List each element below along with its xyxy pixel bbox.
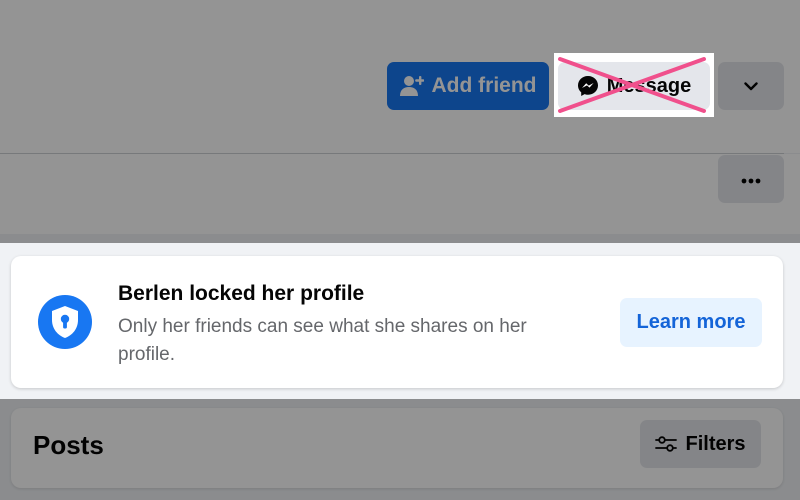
person-add-icon (399, 75, 424, 97)
learn-more-button[interactable]: Learn more (620, 298, 762, 347)
message-button[interactable]: Message (558, 62, 710, 110)
filters-button[interactable]: Filters (640, 420, 761, 468)
profile-tab-row (0, 154, 800, 234)
chevron-down-icon (744, 79, 758, 94)
learn-more-label: Learn more (636, 311, 746, 333)
shield-lock-icon (38, 295, 92, 349)
tab-more-button[interactable] (718, 155, 784, 203)
add-friend-button[interactable]: Add friend (387, 62, 549, 110)
locked-profile-description: Only her friends can see what she shares… (118, 316, 527, 365)
sliders-icon (655, 435, 678, 453)
more-actions-dropdown[interactable] (718, 62, 784, 110)
messenger-icon (577, 75, 599, 97)
locked-profile-title: Berlen locked her profile (118, 282, 365, 305)
posts-title: Posts (33, 430, 104, 460)
add-friend-label: Add friend (431, 74, 537, 97)
message-label: Message (606, 74, 692, 97)
filters-label: Filters (685, 432, 746, 455)
ellipsis-icon (741, 172, 761, 187)
